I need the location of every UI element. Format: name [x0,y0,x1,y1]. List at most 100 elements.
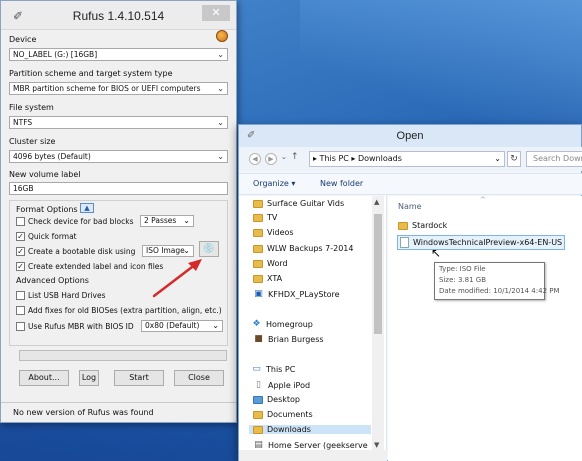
forward-arrow-icon[interactable]: ▶ [265,153,277,165]
navigation-pane: Surface Guitar Vids TV Videos WLW Backup… [239,196,387,461]
chevron-down-icon: ⌄ [217,50,224,59]
list-item[interactable]: Stardock [398,221,447,230]
extended-label-option[interactable]: ✓ Create extended label and icon files [16,262,163,271]
use-mbr-checkbox[interactable] [16,322,25,331]
up-arrow-icon[interactable]: ↑ [291,152,299,162]
organize-menu-button[interactable]: Organize ▾ [253,179,295,188]
list-usb-checkbox[interactable] [16,291,25,300]
bad-blocks-checkbox[interactable] [16,217,25,226]
refresh-icon[interactable]: ↻ [507,151,521,167]
use-mbr-option[interactable]: Use Rufus MBR with BIOS ID [16,322,134,331]
scroll-up-icon[interactable]: ▲ [374,198,379,206]
chevron-down-icon: ⌄ [183,216,190,225]
nav-item-downloads[interactable]: Downloads [249,425,371,434]
nav-item-label: WLW Backups 7-2014 [267,244,354,253]
rufus-close-window-button[interactable]: ✕ [202,5,230,21]
extended-label-checkbox[interactable]: ✓ [16,262,25,271]
list-usb-option[interactable]: List USB Hard Drives [16,291,106,300]
back-arrow-icon[interactable]: ◀ [249,153,261,165]
rufus-title: Rufus 1.4.10.514 [72,9,165,23]
partition-select[interactable]: MBR partition scheme for BIOS or UEFI co… [9,82,228,95]
volume-label-input[interactable]: 16GB [9,182,228,195]
column-header-name[interactable]: Name [398,202,422,211]
scroll-down-icon[interactable]: ▼ [374,441,379,449]
cluster-size-select[interactable]: 4096 bytes (Default) ⌄ [9,150,228,163]
device-select[interactable]: NO_LABEL (G:) [16GB] ⌄ [9,48,228,61]
format-options-toggle-button[interactable]: ▲ [80,203,94,213]
address-bar[interactable]: ▸ This PC ▸ Downloads ⌄ [309,151,505,167]
rufus-titlebar[interactable]: ✐ Rufus 1.4.10.514 ✕ [1,1,236,30]
extended-label-label: Create extended label and icon files [28,262,164,271]
device-properties-icon[interactable] [216,30,228,42]
tooltip-type: Type: ISO File [439,265,486,273]
folder-icon [253,213,263,222]
nav-item-xta[interactable]: XTA [253,274,282,283]
bootable-checkbox[interactable]: ✓ [16,247,25,256]
nav-pane-vertical-scrollbar[interactable]: ▲ ▼ [372,196,384,451]
new-folder-button[interactable]: New folder [320,179,363,188]
add-fixes-checkbox[interactable] [16,306,25,315]
address-row: ◀ ▶ ⌄ ↑ ▸ This PC ▸ Downloads ⌄ ↻ Search… [239,147,582,171]
nav-item-apple-ipod[interactable]: ▯ Apple iPod [253,380,310,390]
bootable-label: Create a bootable disk using [28,247,136,256]
bad-blocks-label: Check device for bad blocks [28,217,134,226]
use-mbr-label: Use Rufus MBR with BIOS ID [28,322,134,331]
start-button[interactable]: Start [114,370,164,386]
bios-id-select[interactable]: 0x80 (Default) ⌄ [141,320,223,332]
add-fixes-option[interactable]: Add fixes for old BIOSes (extra partitio… [16,306,222,315]
file-list: Name ^ Stardock WindowsTechnicalPreview-… [388,196,582,461]
close-button[interactable]: Close [174,370,224,386]
chevron-down-icon: ⌄ [212,321,219,330]
log-button[interactable]: Log [79,370,99,386]
nav-item-homegroup[interactable]: ❖ Homegroup [251,319,312,329]
check-bad-blocks-option[interactable]: Check device for bad blocks [16,217,133,226]
user-avatar-icon: ■ [254,334,263,344]
nav-item-videos[interactable]: Videos [253,228,294,237]
about-button[interactable]: About... [19,370,69,386]
advanced-options-heading: Advanced Options [16,276,89,285]
status-bar: No new version of Rufus was found [1,402,236,422]
nav-item-surface-guitar-vids[interactable]: Surface Guitar Vids [253,199,344,208]
list-usb-label: List USB Hard Drives [28,291,106,300]
nav-item-home-server[interactable]: ▤ Home Server (geekserve [253,440,367,450]
nav-item-label: Downloads [267,425,311,434]
filesystem-select[interactable]: NTFS ⌄ [9,116,228,129]
device-select-value: NO_LABEL (G:) [16GB] [13,50,98,59]
nav-item-tv[interactable]: TV [253,213,277,222]
boot-type-select-value: ISO Image [146,246,185,255]
select-iso-button[interactable]: 💿 [199,241,219,257]
cluster-size-label: Cluster size [9,137,56,146]
file-name: Stardock [412,221,448,230]
chevron-down-icon: ⌄ [494,154,501,163]
list-item[interactable]: WindowsTechnicalPreview-x64-EN-US [397,235,566,250]
open-dialog-titlebar[interactable]: ✐ Open [239,125,581,147]
tooltip-size: Size: 3.81 GB [439,276,486,284]
nav-item-documents[interactable]: Documents [253,410,313,419]
bios-id-select-value: 0x80 (Default) [145,321,200,330]
passes-select[interactable]: 2 Passes ⌄ [140,215,194,227]
nav-item-this-pc[interactable]: ▭ This PC [251,364,295,374]
folder-icon [253,228,263,237]
nav-item-kfhdx-playstore[interactable]: ▣ KFHDX_PLayStore [253,289,339,299]
nav-item-desktop[interactable]: Desktop [253,395,300,404]
desktop-icon [253,395,263,404]
nav-item-label: Word [267,259,288,268]
chevron-down-icon: ⌄ [217,84,224,93]
nav-item-word[interactable]: Word [253,259,288,268]
recent-locations-icon[interactable]: ⌄ [281,153,287,161]
bootable-disk-option[interactable]: ✓ Create a bootable disk using [16,247,135,256]
quick-format-option[interactable]: ✓ Quick format [16,232,77,241]
nav-pane-horizontal-scrollbar[interactable] [239,450,387,461]
folder-icon [253,244,263,253]
rufus-window: ✐ Rufus 1.4.10.514 ✕ Device NO_LABEL (G:… [0,0,237,423]
search-input[interactable]: Search Downloads [526,151,582,167]
nav-item-wlw-backups[interactable]: WLW Backups 7-2014 [253,244,353,253]
partition-label: Partition scheme and target system type [9,69,173,78]
add-fixes-label: Add fixes for old BIOSes (extra partitio… [28,306,222,315]
sort-ascending-icon: ^ [480,196,486,204]
nav-item-brian-burgess[interactable]: ■ Brian Burgess [253,334,323,344]
quick-format-checkbox[interactable]: ✓ [16,232,25,241]
scrollbar-thumb[interactable] [374,214,382,334]
format-options-heading: Format Options [16,205,78,214]
annotation-arrow-shaft [152,262,198,298]
